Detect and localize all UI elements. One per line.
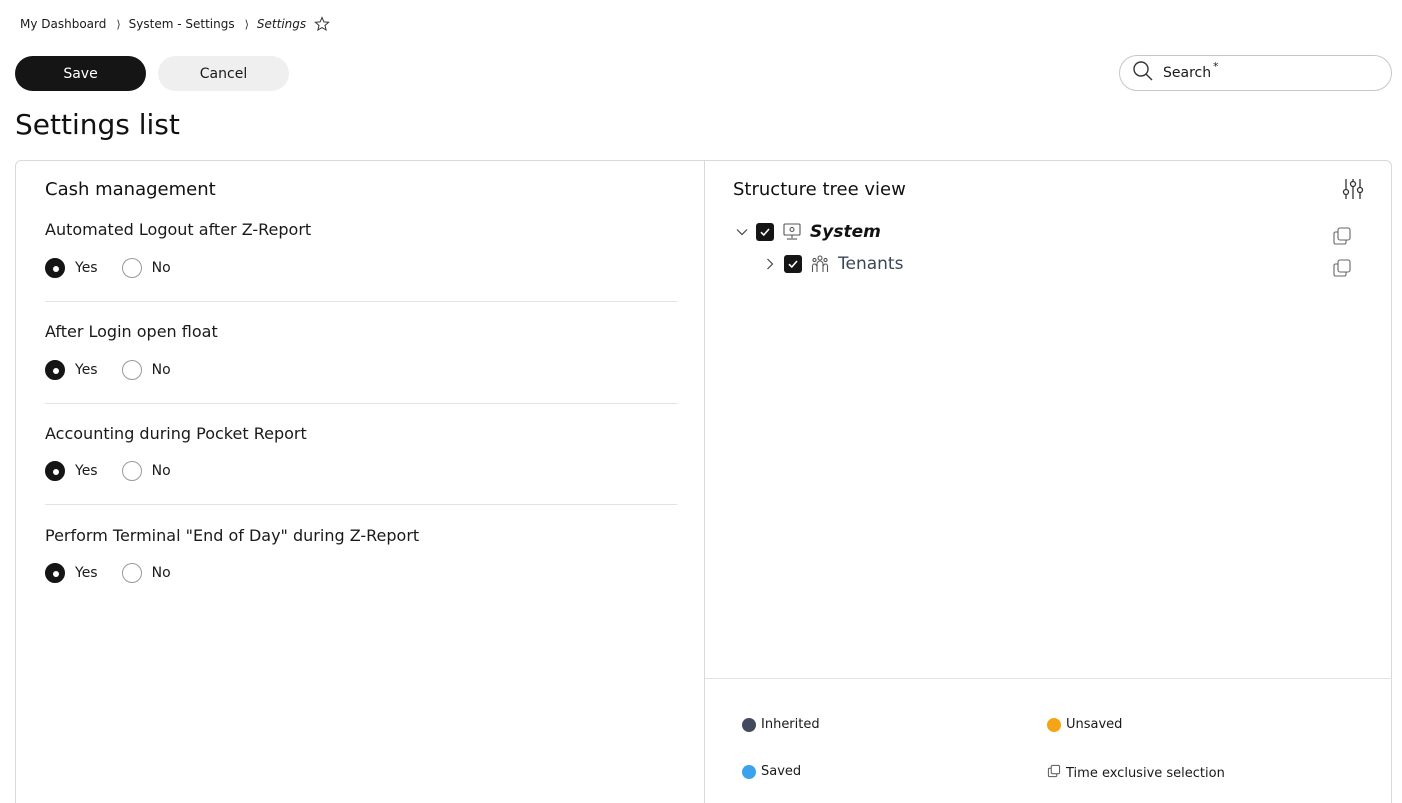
cancel-button[interactable]: Cancel	[158, 56, 289, 91]
chevron-down-icon[interactable]	[735, 225, 749, 239]
legend-unsaved: Unsaved	[1047, 717, 1122, 732]
copy-icon	[1047, 764, 1066, 782]
radio-unchecked-icon[interactable]	[121, 360, 142, 380]
radio-group: Yes No	[45, 360, 195, 380]
setting-label: Perform Terminal "End of Day" during Z-R…	[45, 526, 420, 545]
saved-dot-icon	[742, 764, 756, 779]
radio-label: No	[151, 565, 171, 581]
copy-icon[interactable]	[1332, 258, 1352, 278]
setting-end-of-day: Perform Terminal "End of Day" during Z-R…	[45, 526, 677, 628]
setting-open-float: After Login open float Yes No	[45, 322, 677, 424]
radio-label: Yes	[75, 565, 98, 581]
legend-divider	[705, 678, 1392, 679]
breadcrumb-separator: ⟩	[244, 17, 249, 31]
radio-yes[interactable]: Yes	[45, 258, 98, 278]
page-title: Settings list	[15, 108, 180, 141]
radio-group: Yes No	[45, 461, 195, 481]
legend-time-exclusive: Time exclusive selection	[1047, 764, 1225, 782]
radio-no[interactable]: No	[121, 563, 171, 583]
radio-no[interactable]: No	[121, 258, 171, 278]
radio-label: Yes	[75, 260, 98, 276]
inherited-dot-icon	[742, 717, 756, 732]
radio-no[interactable]: No	[121, 461, 171, 481]
radio-yes[interactable]: Yes	[45, 563, 98, 583]
divider	[45, 403, 677, 404]
save-button[interactable]: Save	[15, 56, 146, 91]
radio-label: Yes	[75, 463, 98, 479]
setting-automated-logout: Automated Logout after Z-Report Yes No	[45, 220, 677, 322]
setting-label: Automated Logout after Z-Report	[45, 220, 312, 239]
legend-label: Time exclusive selection	[1066, 765, 1225, 781]
copy-icon[interactable]	[1332, 226, 1352, 246]
radio-unchecked-icon[interactable]	[121, 258, 142, 278]
monitor-icon	[782, 222, 802, 242]
chevron-right-icon[interactable]	[763, 257, 777, 271]
unsaved-dot-icon	[1047, 717, 1061, 732]
radio-label: No	[151, 362, 171, 378]
tree-node-system[interactable]: System	[735, 220, 881, 244]
legend-inherited: Inherited	[742, 717, 820, 732]
favorite-star-icon[interactable]	[314, 16, 330, 32]
radio-unchecked-icon[interactable]	[121, 563, 142, 583]
radio-label: Yes	[75, 362, 98, 378]
search-input[interactable]	[1163, 65, 1363, 81]
radio-checked-icon[interactable]	[45, 360, 65, 380]
breadcrumb: My Dashboard ⟩ System - Settings ⟩ Setti…	[20, 14, 330, 34]
tree-checkbox[interactable]	[784, 255, 802, 273]
radio-checked-icon[interactable]	[45, 461, 65, 481]
search-required-mark: *	[1213, 60, 1219, 73]
structure-tree-panel: Structure tree view System Tenants Inher…	[705, 161, 1392, 803]
tree-checkbox[interactable]	[756, 223, 774, 241]
breadcrumb-item-system-settings[interactable]: System - Settings	[129, 17, 235, 31]
section-title: Cash management	[45, 179, 216, 200]
search-icon	[1132, 60, 1154, 86]
tree-node-label[interactable]: System	[810, 222, 881, 242]
breadcrumb-separator: ⟩	[116, 17, 121, 31]
radio-unchecked-icon[interactable]	[121, 461, 142, 481]
tree-node-label[interactable]: Tenants	[838, 254, 903, 274]
people-icon	[810, 254, 830, 274]
radio-yes[interactable]: Yes	[45, 360, 98, 380]
setting-label: Accounting during Pocket Report	[45, 424, 307, 443]
legend-saved: Saved	[742, 764, 801, 779]
search-box[interactable]: *	[1119, 55, 1392, 91]
filter-settings-icon[interactable]	[1341, 177, 1365, 201]
divider	[45, 301, 677, 302]
radio-checked-icon[interactable]	[45, 258, 65, 278]
divider	[45, 504, 677, 505]
radio-label: No	[151, 260, 171, 276]
legend-label: Inherited	[761, 717, 820, 732]
radio-group: Yes No	[45, 563, 195, 583]
breadcrumb-current: Settings	[256, 17, 307, 31]
tree-title: Structure tree view	[733, 179, 906, 200]
legend-label: Unsaved	[1066, 717, 1123, 732]
radio-group: Yes No	[45, 258, 195, 278]
radio-label: No	[151, 463, 171, 479]
setting-pocket-report: Accounting during Pocket Report Yes No	[45, 424, 677, 526]
setting-label: After Login open float	[45, 322, 218, 341]
radio-no[interactable]: No	[121, 360, 171, 380]
legend-label: Saved	[761, 764, 802, 779]
tree-node-tenants[interactable]: Tenants	[763, 252, 903, 276]
radio-checked-icon[interactable]	[45, 563, 65, 583]
settings-card: Cash management Automated Logout after Z…	[15, 160, 1392, 803]
breadcrumb-item-dashboard[interactable]: My Dashboard	[20, 17, 106, 31]
radio-yes[interactable]: Yes	[45, 461, 98, 481]
